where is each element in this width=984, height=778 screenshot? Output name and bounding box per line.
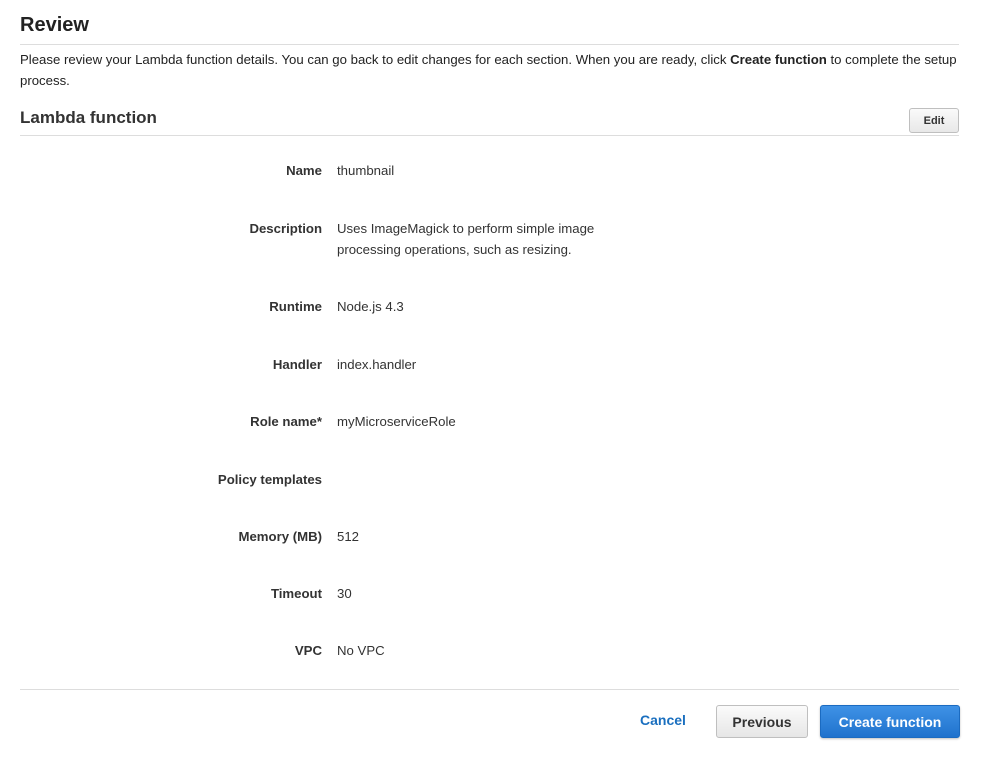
create-function-button[interactable]: Create function [820, 705, 960, 738]
section-title: Lambda function [20, 108, 157, 127]
edit-button[interactable]: Edit [909, 108, 959, 133]
detail-value: index.handler [337, 357, 417, 372]
page-title: Review [20, 14, 89, 36]
intro-text: Please review your Lambda function detai… [20, 49, 965, 91]
title-divider [20, 44, 959, 45]
footer-divider [20, 689, 959, 690]
detail-value: 512 [337, 529, 360, 544]
detail-value: thumbnail [337, 163, 395, 178]
detail-label: Handler [272, 357, 322, 372]
detail-label: Policy templates [217, 472, 322, 487]
intro-prefix: Please review your Lambda function detai… [20, 52, 731, 67]
intro-bold: Create function [730, 52, 827, 67]
review-page: Review Please review your Lambda functio… [0, 0, 984, 778]
detail-label: Runtime [269, 299, 322, 314]
section-divider [20, 135, 959, 136]
detail-label: VPC [294, 643, 322, 658]
detail-label: Timeout [270, 586, 322, 601]
detail-label: Description [249, 221, 322, 236]
detail-value: myMicroserviceRole [337, 414, 456, 429]
detail-value: Uses ImageMagick to perform simple image… [337, 221, 595, 257]
detail-label: Role name* [250, 414, 322, 429]
detail-value: 30 [337, 586, 352, 601]
previous-button[interactable]: Previous [716, 705, 808, 738]
detail-label: Name [286, 163, 322, 178]
cancel-link[interactable]: Cancel [640, 712, 686, 728]
detail-label: Memory (MB) [238, 529, 322, 544]
detail-value: Node.js 4.3 [337, 299, 404, 314]
detail-value: No VPC [337, 643, 385, 658]
